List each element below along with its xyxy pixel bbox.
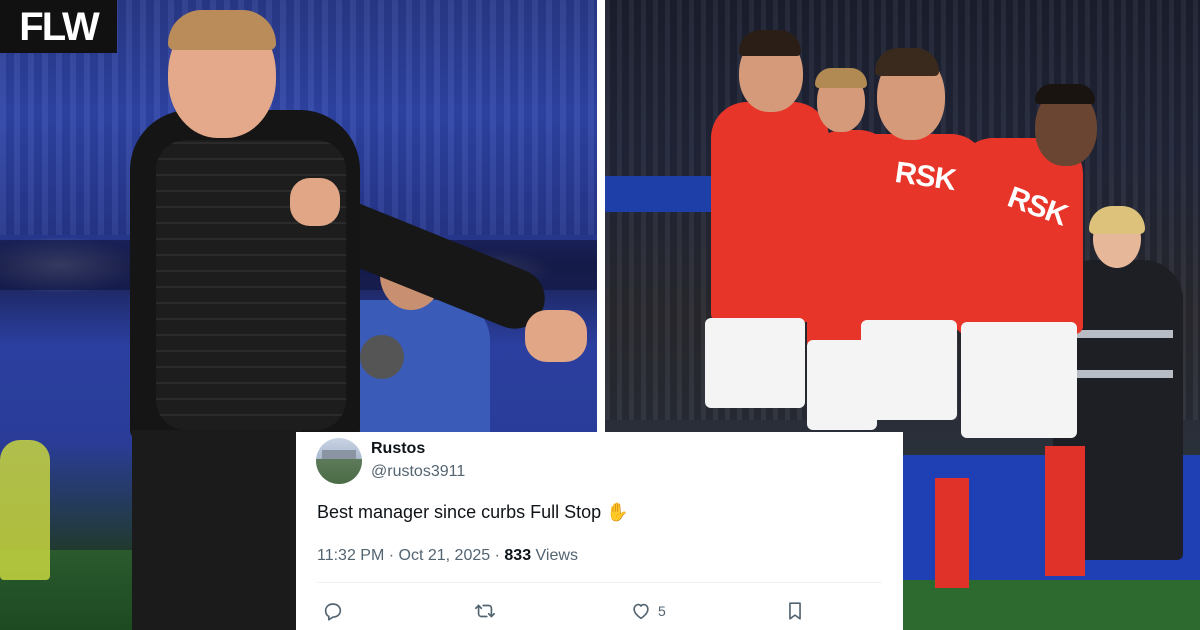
flw-logo: FLW <box>0 0 117 53</box>
retweet-button[interactable] <box>474 598 496 624</box>
player-hair <box>875 48 939 76</box>
reply-icon <box>324 603 342 621</box>
user-display-name[interactable]: Rustos <box>371 440 425 458</box>
embedded-tweet: Rustos @rustos3911 Best manager since cu… <box>296 432 903 630</box>
logo-text: FLW <box>19 4 99 49</box>
views-count: 833 <box>504 547 532 564</box>
heart-icon <box>633 603 649 620</box>
bookmark-icon <box>789 602 801 620</box>
player-shorts <box>961 322 1077 438</box>
tweet-metadata: 11:32 PM · Oct 21, 2025 · 833 Views <box>317 547 578 565</box>
player-sock <box>1045 446 1085 576</box>
manager-trousers <box>132 430 302 630</box>
meta-separator: · <box>388 547 395 564</box>
avatar-stadium-stand <box>322 450 356 459</box>
like-button[interactable]: 5 <box>630 598 666 624</box>
player-hair <box>1035 84 1095 104</box>
user-handle[interactable]: @rustos3911 <box>371 463 465 481</box>
player-shorts <box>705 318 805 408</box>
tweet-actions: 5 <box>296 598 903 624</box>
player-figure: RSK <box>955 84 1105 604</box>
user-avatar[interactable] <box>316 438 362 484</box>
retweet-icon <box>475 604 495 618</box>
tweet-text: Best manager since curbs Full Stop ✋ <box>317 502 629 522</box>
player-hair <box>739 30 801 56</box>
background-steward <box>0 440 50 580</box>
tweet-time[interactable]: 11:32 PM <box>317 547 384 564</box>
player-shirt <box>957 138 1083 334</box>
player-shorts <box>861 320 957 420</box>
reply-button[interactable] <box>322 598 344 624</box>
meta-separator: · <box>494 547 500 564</box>
manager-fist-on-chest <box>290 178 340 226</box>
like-count: 5 <box>658 603 666 619</box>
tweet-divider <box>317 582 882 583</box>
bookmark-button[interactable] <box>784 598 806 624</box>
tweet-date[interactable]: Oct 21, 2025 <box>399 547 491 564</box>
manager-hair <box>168 10 276 50</box>
manager-clenched-fist <box>525 310 587 362</box>
views-label: Views <box>535 547 578 564</box>
